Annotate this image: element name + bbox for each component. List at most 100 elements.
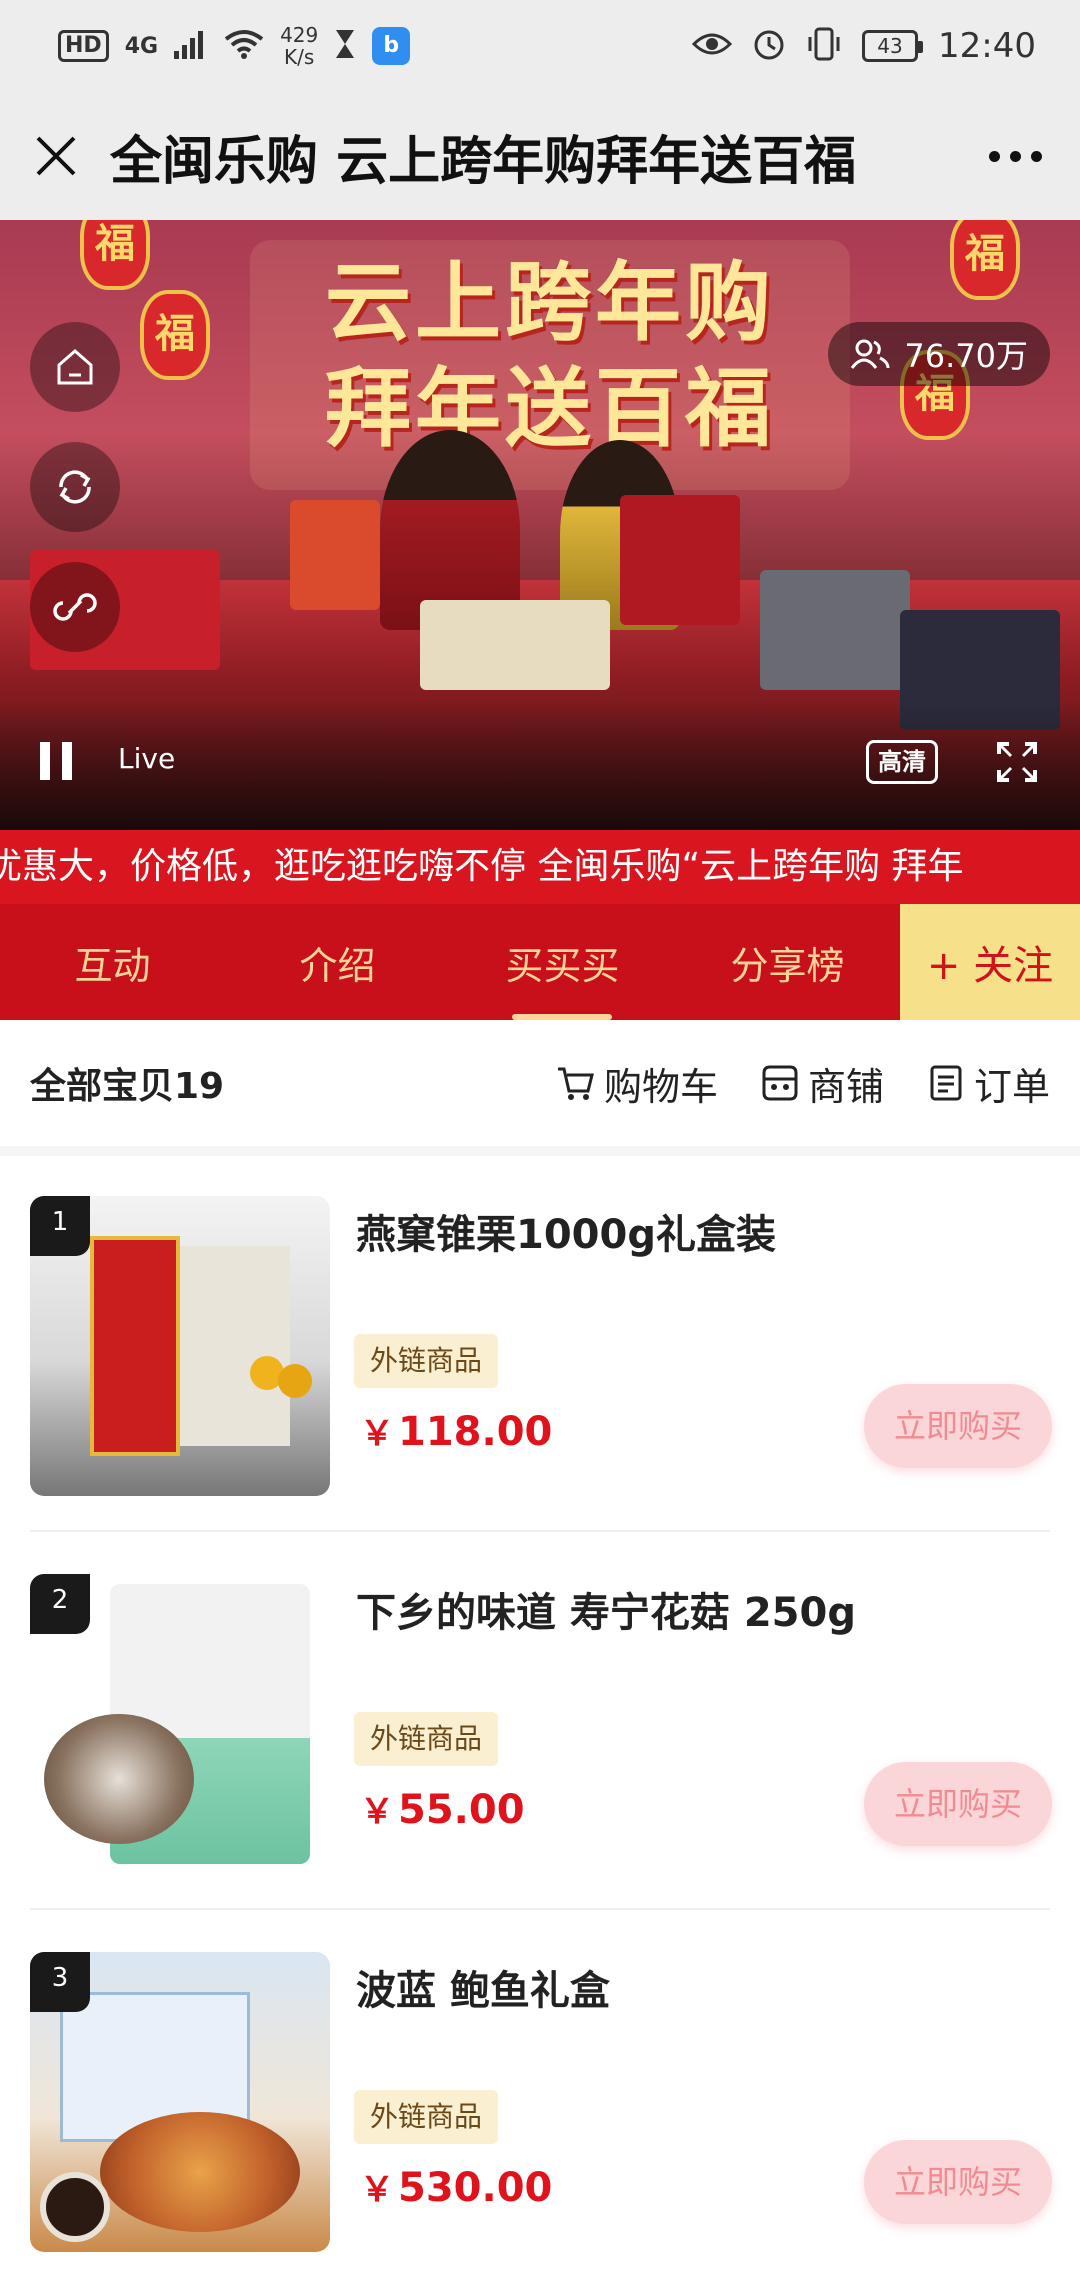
eye-icon bbox=[691, 30, 733, 62]
product-name[interactable]: 燕窠锥栗1000g礼盒装 bbox=[356, 1202, 776, 1260]
pause-button[interactable] bbox=[40, 742, 80, 782]
status-left: HD 4G 429 K/s b bbox=[58, 24, 411, 68]
external-link-tag: 外链商品 bbox=[354, 2090, 499, 2144]
product-rank: 1 bbox=[30, 1196, 90, 1256]
lantern-decoration: 福 bbox=[950, 220, 1020, 300]
buy-now-button[interactable]: 立即购买 bbox=[864, 1384, 1052, 1468]
price-value: 118.00 bbox=[398, 1409, 553, 1455]
share-button[interactable] bbox=[30, 562, 120, 652]
app-notification-icon: b bbox=[372, 27, 411, 65]
refresh-button[interactable] bbox=[30, 442, 120, 532]
product-price: ￥ 530.00 bbox=[360, 2162, 552, 2211]
product-box-graphic bbox=[760, 570, 910, 690]
order-list-icon bbox=[930, 1065, 962, 1101]
fullscreen-button[interactable] bbox=[995, 740, 1039, 784]
price-value: 530.00 bbox=[398, 2165, 553, 2211]
fullscreen-icon bbox=[997, 742, 1037, 782]
orders-button[interactable]: 订单 bbox=[926, 1056, 1050, 1111]
tab-share-ranking[interactable]: 分享榜 bbox=[675, 904, 900, 1020]
home-icon bbox=[57, 349, 93, 385]
cart-button[interactable]: 购物车 bbox=[556, 1056, 718, 1111]
abalone-dish-graphic bbox=[100, 2112, 300, 2232]
product-box-graphic bbox=[420, 600, 610, 690]
product-rank: 3 bbox=[30, 1952, 90, 2012]
tab-bar: 互动 介绍 买买买 分享榜 + 关注 bbox=[0, 904, 1080, 1020]
net-speed: 429 K/s bbox=[280, 24, 318, 68]
product-rank: 2 bbox=[30, 1574, 90, 1634]
currency-symbol: ￥ bbox=[360, 2170, 394, 2210]
store-button[interactable]: 商铺 bbox=[760, 1056, 884, 1111]
divider bbox=[30, 1530, 1050, 1532]
shop-actions: 购物车 商铺 订单 bbox=[556, 1056, 1050, 1111]
status-bar: HD 4G 429 K/s b 43 12:40 bbox=[0, 0, 1080, 92]
video-headline-line2: 拜年送百福 bbox=[325, 358, 775, 459]
network-type: 4G bbox=[124, 33, 159, 59]
more-dot-icon bbox=[1009, 150, 1021, 162]
product-box-graphic bbox=[620, 495, 740, 625]
product-item[interactable]: 3 波蓝 鲍鱼礼盒 外链商品 ￥ 530.00 立即购买 bbox=[0, 1912, 1080, 2280]
shop-bar: 全部宝贝19 购物车 商铺 订单 bbox=[0, 1020, 1080, 1156]
video-controls: Live 高清 bbox=[0, 700, 1080, 830]
product-name[interactable]: 下乡的味道 寿宁花菇 250g bbox=[356, 1580, 856, 1638]
chestnut-graphic bbox=[278, 1364, 312, 1398]
hourglass-icon bbox=[334, 28, 356, 64]
divider bbox=[30, 1908, 1050, 1910]
net-speed-value: 429 bbox=[280, 23, 319, 47]
follow-button[interactable]: + 关注 bbox=[900, 904, 1080, 1020]
viewer-count-badge: 76.70万 bbox=[828, 322, 1050, 386]
video-headline: 云上跨年购 拜年送百福 bbox=[250, 250, 850, 462]
external-link-tag: 外链商品 bbox=[354, 1712, 499, 1766]
status-right: 43 12:40 bbox=[691, 26, 1036, 66]
product-price: ￥ 118.00 bbox=[360, 1406, 552, 1455]
pause-bar-icon bbox=[62, 742, 72, 780]
home-button[interactable] bbox=[30, 322, 120, 412]
all-items-count: 全部宝贝19 bbox=[30, 1066, 225, 1107]
wifi-icon bbox=[224, 29, 264, 63]
orders-label: 订单 bbox=[973, 1064, 1050, 1109]
currency-symbol: ￥ bbox=[360, 1414, 394, 1454]
store-label: 商铺 bbox=[807, 1064, 884, 1109]
video-headline-line1: 云上跨年购 bbox=[325, 252, 775, 353]
close-button[interactable] bbox=[30, 130, 82, 182]
viewers-icon bbox=[851, 339, 890, 369]
store-icon bbox=[762, 1065, 798, 1101]
clock: 12:40 bbox=[938, 26, 1036, 66]
lantern-decoration: 福 bbox=[140, 290, 210, 380]
signal-icon bbox=[174, 29, 208, 63]
buy-now-button[interactable]: 立即购买 bbox=[864, 2140, 1052, 2224]
product-item[interactable]: 2 下乡的味道 寿宁花菇 250g 外链商品 ￥ 55.00 立即购买 bbox=[0, 1534, 1080, 1912]
pause-bar-icon bbox=[40, 742, 50, 780]
product-thumbnail[interactable]: 1 bbox=[30, 1196, 330, 1496]
close-icon bbox=[36, 136, 76, 176]
external-link-tag: 外链商品 bbox=[354, 1334, 499, 1388]
share-link-icon bbox=[53, 593, 97, 621]
product-name[interactable]: 波蓝 鲍鱼礼盒 bbox=[356, 1958, 610, 2016]
gift-box-side-graphic bbox=[180, 1246, 290, 1446]
more-options-button[interactable] bbox=[980, 131, 1050, 181]
cart-label: 购物车 bbox=[603, 1064, 718, 1109]
hd-indicator: HD bbox=[58, 30, 109, 62]
live-label: Live bbox=[118, 742, 176, 775]
sauce-dish-graphic bbox=[40, 2172, 110, 2242]
price-value: 55.00 bbox=[398, 1787, 525, 1833]
product-price: ￥ 55.00 bbox=[360, 1784, 525, 1833]
product-thumbnail[interactable]: 3 bbox=[30, 1952, 330, 2252]
mushroom-graphic bbox=[44, 1714, 194, 1844]
title-bar: 全闽乐购 云上跨年购拜年送百福 bbox=[0, 92, 1080, 220]
currency-symbol: ￥ bbox=[360, 1792, 394, 1832]
alarm-icon bbox=[752, 27, 786, 65]
viewer-count: 76.70万 bbox=[904, 337, 1028, 375]
tab-intro[interactable]: 介绍 bbox=[225, 904, 450, 1020]
quality-button[interactable]: 高清 bbox=[866, 740, 938, 784]
tab-shop[interactable]: 买买买 bbox=[450, 904, 675, 1020]
buy-now-button[interactable]: 立即购买 bbox=[864, 1762, 1052, 1846]
gift-box-graphic bbox=[90, 1236, 180, 1456]
cart-icon bbox=[557, 1067, 594, 1100]
live-video-player[interactable]: 福 福 福 福 云上跨年购 拜年送百福 76.70万 Live 高清 bbox=[0, 220, 1080, 830]
product-item[interactable]: 1 燕窠锥栗1000g礼盒装 外链商品 ￥ 118.00 立即购买 bbox=[0, 1156, 1080, 1534]
product-thumbnail[interactable]: 2 bbox=[30, 1574, 330, 1874]
tab-interaction[interactable]: 互动 bbox=[0, 904, 225, 1020]
net-speed-unit: K/s bbox=[284, 45, 315, 69]
refresh-icon bbox=[59, 470, 91, 504]
more-dot-icon bbox=[988, 150, 1000, 162]
